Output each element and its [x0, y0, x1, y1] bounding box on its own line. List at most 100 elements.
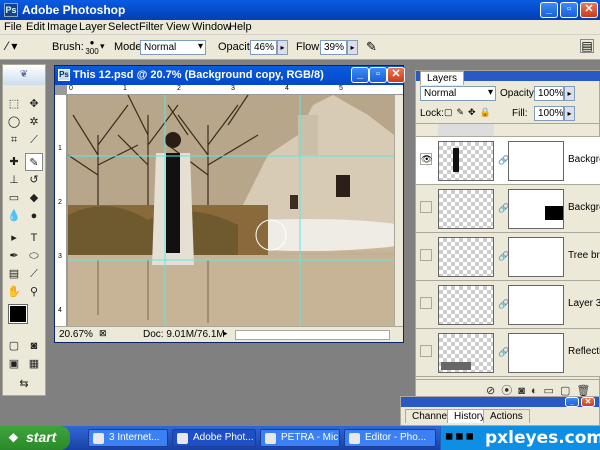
menu-filter[interactable]: Filter [139, 21, 163, 33]
marquee-tool-icon[interactable]: ⬚ [5, 95, 23, 113]
brush-dropdown-icon[interactable]: ▾ [100, 41, 105, 52]
opacity-input[interactable]: 46% [250, 40, 277, 55]
ruler-h-label: 4 [285, 85, 289, 92]
slice-tool-icon[interactable]: ⟋ [25, 131, 43, 149]
menu-help[interactable]: Help [229, 21, 252, 33]
zoom-tool-icon[interactable]: ⚲ [25, 283, 43, 301]
eyedropper-tool-icon[interactable]: ⟋ [25, 265, 43, 283]
layer-name[interactable]: Backgro [568, 202, 600, 213]
brush-tool-icon[interactable]: ✎ [25, 153, 43, 171]
doc-minimize-button[interactable]: _ [351, 67, 369, 83]
airbrush-icon[interactable]: ✎ [366, 39, 377, 55]
task-word-document[interactable]: PETRA - Mic... [260, 429, 340, 447]
layer-row[interactable]: 🔗 Layer 3 [416, 281, 600, 329]
status-menu-icon[interactable]: ▸ [223, 328, 228, 339]
fill-slider-button[interactable]: ▸ [564, 106, 575, 121]
eye-icon[interactable] [420, 249, 432, 261]
minimize-button[interactable]: _ [540, 2, 558, 18]
crop-tool-icon[interactable]: ⌗ [5, 131, 23, 149]
eye-icon[interactable] [420, 297, 432, 309]
menu-select[interactable]: Select [108, 21, 139, 33]
standard-mode-icon[interactable]: ▢ [5, 337, 23, 355]
vertical-scrollbar[interactable] [394, 95, 403, 326]
layer-name[interactable]: Layer 3 [568, 298, 600, 309]
document-size-info: Doc: 9.01M/76.1M [143, 329, 225, 340]
menu-view[interactable]: View [166, 21, 190, 33]
panel-minimize-button[interactable]: _ [565, 397, 579, 407]
hand-tool-icon[interactable]: ✋ [5, 283, 23, 301]
healing-brush-tool-icon[interactable]: ✚ [5, 153, 23, 171]
eye-icon[interactable] [420, 201, 432, 213]
lock-options-icon[interactable]: ▢✎✥🔒 [444, 107, 495, 118]
menu-file[interactable]: File [4, 21, 22, 33]
brush-tool-preset-icon[interactable]: ⁄ ▾ [6, 39, 36, 55]
layer-name[interactable]: Backgro [568, 154, 600, 165]
opacity-slider-button[interactable]: ▸ [277, 40, 288, 55]
start-button[interactable]: ❖ start [0, 426, 70, 450]
dodge-tool-icon[interactable]: ● [25, 207, 43, 225]
tray-icons[interactable]: ◼◼◼ [445, 431, 476, 442]
layer-row[interactable]: 🔗 Reflectio [416, 329, 600, 377]
screen-mode-icon[interactable]: ▣ [5, 355, 23, 373]
menu-image[interactable]: Image [47, 21, 78, 33]
layer-opacity-slider-button[interactable]: ▸ [564, 86, 575, 101]
layer-opacity-input[interactable]: 100% [534, 86, 564, 101]
ruler-v-label: 2 [58, 199, 62, 206]
history-brush-tool-icon[interactable]: ↺ [25, 171, 43, 189]
doc-maximize-button[interactable]: ▫ [369, 67, 387, 83]
lasso-tool-icon[interactable]: ◯ [5, 113, 23, 131]
restore-button[interactable]: ▫ [560, 2, 578, 18]
layer-row[interactable]: 👁 🔗 Backgro [416, 137, 600, 185]
horizontal-ruler[interactable]: 0 1 2 3 4 5 [67, 85, 403, 95]
document-icon: Ps [58, 69, 70, 81]
notes-tool-icon[interactable]: ▤ [5, 265, 23, 283]
menu-window[interactable]: Window [192, 21, 231, 33]
canvas-image[interactable] [68, 95, 394, 327]
task-internet-explorer[interactable]: 3 Internet... [88, 429, 168, 447]
doc-close-button[interactable]: ✕ [387, 67, 405, 83]
zoom-level[interactable]: 20.67% [59, 329, 93, 340]
panel-close-button[interactable]: ✕ [581, 397, 595, 407]
close-button[interactable]: ✕ [580, 2, 598, 18]
horizontal-scrollbar[interactable] [235, 330, 390, 340]
layer-name[interactable]: Reflectio [568, 346, 600, 357]
task-editor-photo[interactable]: Editor - Pho... [344, 429, 436, 447]
full-screen-mode-icon[interactable]: ▦ [25, 355, 43, 373]
magic-wand-tool-icon[interactable]: ✲ [25, 113, 43, 131]
paint-bucket-tool-icon[interactable]: ◆ [25, 189, 43, 207]
layer-name[interactable]: Tree bra [568, 250, 600, 261]
type-tool-icon[interactable]: T [25, 229, 43, 247]
move-tool-icon[interactable]: ✥ [25, 95, 43, 113]
eye-icon[interactable] [420, 345, 432, 357]
jump-to-imageready-icon[interactable]: ⇆ [5, 375, 43, 393]
mode-select[interactable]: Normal ▾ [140, 40, 206, 55]
flow-slider-button[interactable]: ▸ [347, 40, 358, 55]
layer-row-partial[interactable] [416, 123, 600, 137]
brush-preview-icon[interactable]: ● 300 [84, 38, 100, 56]
layer-row[interactable]: 🔗 Tree bra [416, 233, 600, 281]
shape-tool-icon[interactable]: ⬭ [25, 247, 43, 265]
menu-edit[interactable]: Edit [26, 21, 45, 33]
task-adobe-photoshop[interactable]: Adobe Phot... [172, 429, 256, 447]
menu-layer[interactable]: Layer [79, 21, 107, 33]
foreground-color-swatch[interactable] [8, 304, 28, 324]
blend-mode-select[interactable]: Normal ▾ [420, 86, 496, 101]
layer-row[interactable]: 🔗 Backgro [416, 185, 600, 233]
pxleyes-watermark: pxleyes.com [485, 428, 600, 448]
document-status-bar: 20.67% ⊠ Doc: 9.01M/76.1M ▸ [55, 326, 403, 342]
tab-layers[interactable]: Layers [420, 71, 465, 85]
fill-input[interactable]: 100% [534, 106, 564, 121]
path-selection-tool-icon[interactable]: ▸ [5, 229, 23, 247]
vertical-ruler[interactable]: 1 2 3 4 [55, 95, 67, 326]
blur-tool-icon[interactable]: 💧 [5, 207, 23, 225]
feather-logo-icon[interactable]: ❦ [3, 65, 45, 85]
palette-well-icon[interactable]: ▤ [580, 39, 594, 53]
zoom-menu-icon[interactable]: ⊠ [99, 328, 107, 339]
clone-stamp-tool-icon[interactable]: ⊥ [5, 171, 23, 189]
tab-actions[interactable]: Actions [483, 409, 530, 423]
pen-tool-icon[interactable]: ✒ [5, 247, 23, 265]
eraser-tool-icon[interactable]: ▭ [5, 189, 23, 207]
quick-mask-mode-icon[interactable]: ◙ [25, 337, 43, 355]
flow-input[interactable]: 39% [320, 40, 347, 55]
eye-icon[interactable]: 👁 [420, 153, 432, 165]
